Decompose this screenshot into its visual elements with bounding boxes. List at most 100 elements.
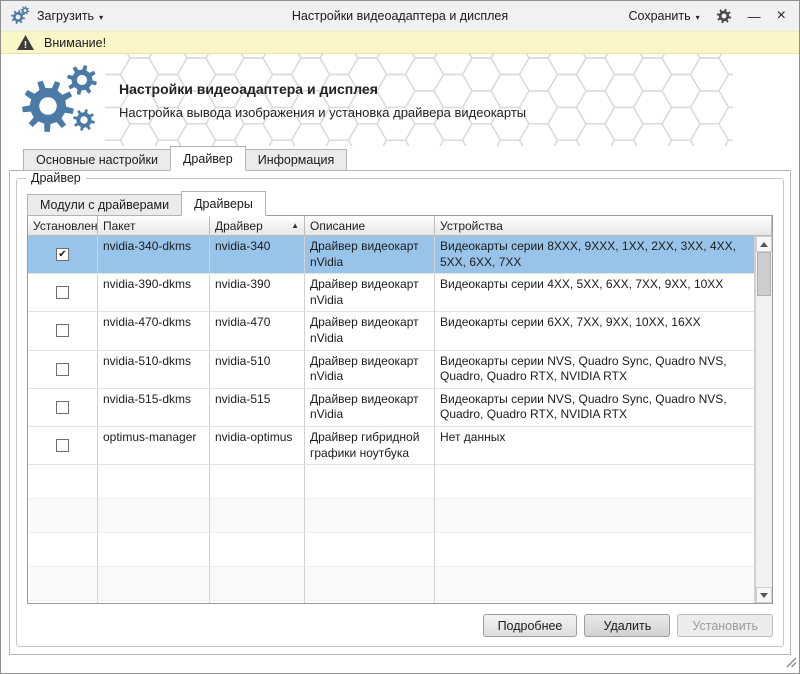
empty-cell (98, 499, 210, 533)
close-button[interactable]: × (777, 8, 786, 24)
hexagon-pattern (105, 54, 733, 146)
inner-tab-0[interactable]: Модули с драйверами (27, 194, 182, 216)
chevron-down-icon: ▾ (99, 11, 103, 22)
empty-cell (98, 533, 210, 567)
driver-cell: nvidia-470 (210, 312, 305, 350)
table-header: УстановленПакет Драйвер ▲ Описание Устройств… (28, 216, 772, 236)
driver-cell: nvidia-340 (210, 236, 305, 274)
devices-cell: Нет данных (435, 427, 755, 465)
triangle-down-icon (760, 593, 768, 598)
table-row[interactable]: ✔nvidia-340-dkmsnvidia-340Драйвер видеок… (28, 236, 755, 274)
table-row[interactable]: nvidia-510-dkmsnvidia-510Драйвер видеока… (28, 351, 755, 389)
tab-0[interactable]: Основные настройки (23, 149, 171, 171)
empty-cell (435, 533, 755, 567)
inner-tabs: Модули с драйверамиДрайверы (27, 191, 265, 216)
empty-cell (305, 567, 435, 601)
package-cell: nvidia-470-dkms (98, 312, 210, 350)
empty-cell (305, 465, 435, 499)
sort-ascending-icon: ▲ (287, 221, 299, 230)
empty-cell (28, 465, 98, 499)
empty-row (28, 567, 755, 601)
minimize-button[interactable]: — (748, 10, 761, 23)
scroll-up-button[interactable] (756, 236, 772, 252)
empty-cell (98, 465, 210, 499)
empty-cell (28, 601, 98, 603)
settings-gear-button[interactable] (716, 8, 732, 24)
table-row[interactable]: nvidia-470-dkmsnvidia-470Драйвер видеока… (28, 312, 755, 350)
driver-groupbox: Драйвер Модули с драйверамиДрайверы Уста… (16, 178, 784, 647)
column-header-label: Установлен (33, 219, 98, 233)
empty-cell (28, 567, 98, 601)
column-header-0[interactable]: Установлен (28, 216, 98, 235)
column-header-3[interactable]: Описание (305, 216, 435, 235)
empty-row (28, 533, 755, 567)
empty-cell (28, 499, 98, 533)
empty-cell (98, 567, 210, 601)
page-title: Настройки видеоадаптера и дисплея (119, 81, 378, 97)
table-row[interactable]: nvidia-390-dkmsnvidia-390Драйвер видеока… (28, 274, 755, 312)
installed-cell (28, 351, 98, 389)
save-button[interactable]: Сохранить ▾ (629, 9, 700, 23)
row-checkbox[interactable]: ✔ (56, 248, 69, 261)
scrollbar-thumb[interactable] (757, 252, 771, 296)
tab-pane: Драйвер Модули с драйверамиДрайверы Уста… (9, 170, 791, 655)
table-row[interactable]: optimus-managernvidia-optimusДрайвер гиб… (28, 427, 755, 465)
empty-cell (435, 601, 755, 603)
save-button-label: Сохранить (629, 9, 691, 23)
empty-cell (305, 499, 435, 533)
vertical-scrollbar[interactable] (755, 236, 772, 603)
load-button-label: Загрузить (37, 9, 94, 23)
page-subtitle: Настройка вывода изображения и установка… (119, 105, 526, 120)
column-header-label: Описание (310, 219, 365, 233)
empty-row (28, 499, 755, 533)
description-cell: Драйвер гибридной графики ноутбука (305, 427, 435, 465)
driver-cell: nvidia-390 (210, 274, 305, 312)
table-body: ✔nvidia-340-dkmsnvidia-340Драйвер видеок… (28, 236, 772, 603)
devices-cell: Видеокарты серии NVS, Quadro Sync, Quadr… (435, 351, 755, 389)
row-checkbox[interactable] (56, 401, 69, 414)
row-checkbox[interactable] (56, 439, 69, 452)
inner-tab-1[interactable]: Драйверы (181, 191, 266, 216)
empty-row (28, 601, 755, 603)
load-button[interactable]: Загрузить ▾ (37, 9, 103, 23)
app-gears-icon-large (14, 60, 106, 147)
page-header: Настройки видеоадаптера и дисплея Настро… (1, 54, 799, 147)
devices-cell: Видеокарты серии 8XXX, 9XXX, 1XX, 2XX, 3… (435, 236, 755, 274)
empty-cell (98, 601, 210, 603)
table-row[interactable]: nvidia-515-dkmsnvidia-515Драйвер видеока… (28, 389, 755, 427)
svg-text:!: ! (24, 40, 27, 51)
driver-cell: nvidia-510 (210, 351, 305, 389)
empty-cell (210, 601, 305, 603)
devices-cell: Видеокарты серии NVS, Quadro Sync, Quadr… (435, 389, 755, 427)
empty-cell (210, 533, 305, 567)
install-button[interactable]: Установить (677, 614, 773, 637)
tab-2[interactable]: Информация (245, 149, 348, 171)
installed-cell: ✔ (28, 236, 98, 274)
scrollbar-track[interactable] (756, 252, 772, 587)
empty-cell (210, 567, 305, 601)
resize-grip[interactable] (784, 655, 797, 671)
delete-button[interactable]: Удалить (584, 614, 670, 637)
empty-cell (305, 533, 435, 567)
table-rows: ✔nvidia-340-dkmsnvidia-340Драйвер видеок… (28, 236, 755, 603)
empty-cell (210, 465, 305, 499)
column-header-4[interactable]: Устройства (435, 216, 772, 235)
row-checkbox[interactable] (56, 286, 69, 299)
details-button[interactable]: Подробнее (483, 614, 578, 637)
scroll-down-button[interactable] (756, 587, 772, 603)
column-header-2[interactable]: Драйвер ▲ (210, 216, 305, 235)
app-gears-icon (10, 5, 30, 28)
empty-cell (435, 567, 755, 601)
package-cell: optimus-manager (98, 427, 210, 465)
installed-cell (28, 389, 98, 427)
empty-row (28, 465, 755, 499)
warning-banner: ! Внимание! (1, 31, 799, 54)
description-cell: Драйвер видеокарт nVidia (305, 312, 435, 350)
column-header-label: Драйвер (215, 219, 263, 233)
tab-1[interactable]: Драйвер (170, 146, 246, 171)
chevron-down-icon: ▾ (696, 11, 700, 22)
column-header-1[interactable]: Пакет (98, 216, 210, 235)
row-checkbox[interactable] (56, 363, 69, 376)
row-checkbox[interactable] (56, 324, 69, 337)
column-header-label: Устройства (440, 219, 503, 233)
